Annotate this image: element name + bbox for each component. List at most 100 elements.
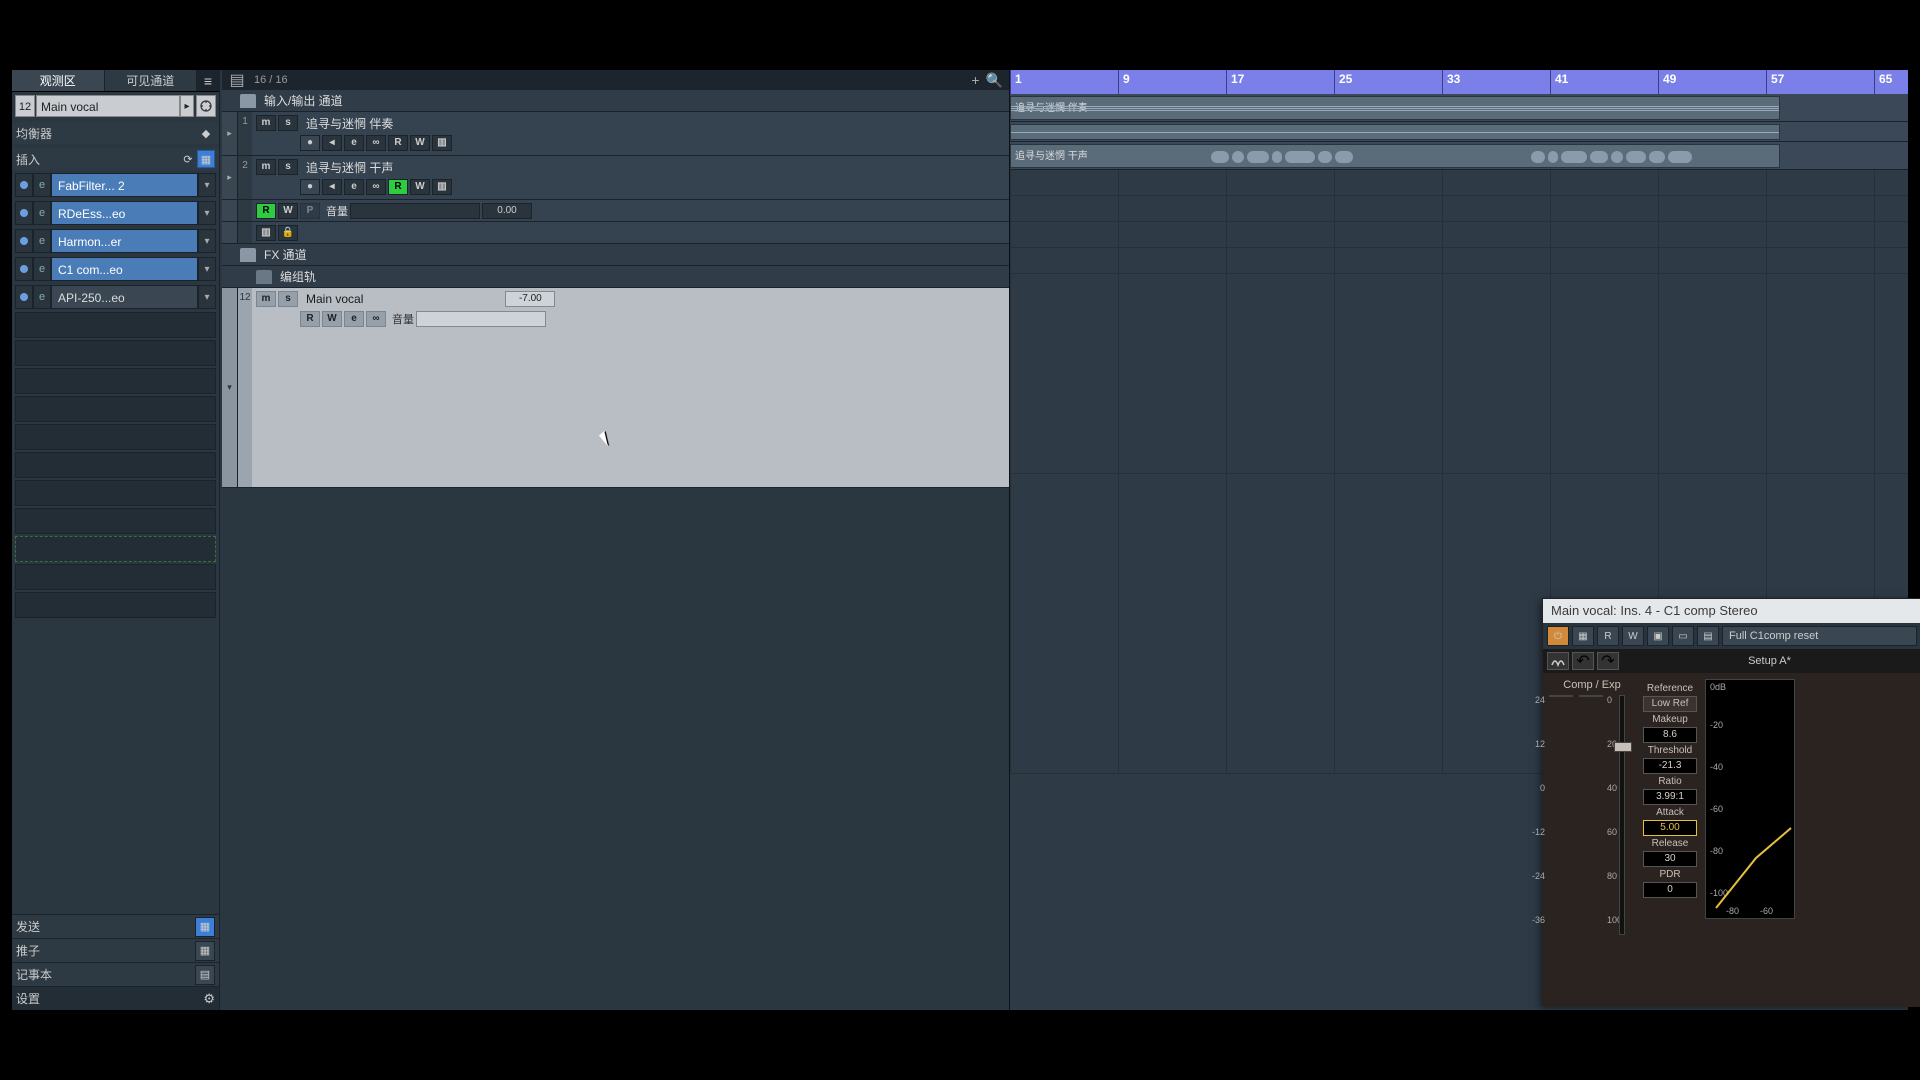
- folder-io[interactable]: 输入/输出 通道: [222, 90, 1009, 112]
- automation-param-name[interactable]: 音量: [392, 311, 414, 327]
- insert-empty-slot[interactable]: [15, 312, 216, 338]
- insert-name[interactable]: FabFilter... 2: [51, 173, 198, 197]
- tab-observe[interactable]: 观测区: [12, 70, 105, 91]
- insert-name[interactable]: C1 com...eo: [51, 257, 198, 281]
- param-value[interactable]: -21.3: [1643, 758, 1697, 774]
- param-value[interactable]: 30: [1643, 851, 1697, 867]
- track-expand-handle[interactable]: ▸: [222, 156, 238, 199]
- insert-name[interactable]: Harmon...er: [51, 229, 198, 253]
- ruler-mark[interactable]: 41: [1550, 70, 1658, 94]
- plugin-ab-button[interactable]: ▤: [1697, 626, 1719, 646]
- settings-row[interactable]: 设置 ⚙: [12, 986, 219, 1010]
- insert-slot[interactable]: eC1 com...eo▾: [15, 256, 216, 282]
- param-value[interactable]: 8.6: [1643, 727, 1697, 743]
- solo-button[interactable]: s: [278, 291, 298, 307]
- edit-button[interactable]: e: [344, 135, 364, 151]
- insert-power-button[interactable]: [15, 285, 33, 309]
- clip-lane[interactable]: 追寻与迷惘 干声: [1010, 142, 1908, 170]
- record-button[interactable]: ●: [300, 179, 320, 195]
- plugin-preset-field[interactable]: Full C1comp reset: [1722, 626, 1917, 646]
- ruler-mark[interactable]: 25: [1334, 70, 1442, 94]
- insert-empty-slot[interactable]: [15, 564, 216, 590]
- ruler-mark[interactable]: 33: [1442, 70, 1550, 94]
- record-button[interactable]: ●: [300, 135, 320, 151]
- insert-empty-slot[interactable]: [15, 592, 216, 618]
- redo-button[interactable]: ↷: [1597, 652, 1619, 670]
- insert-power-button[interactable]: [15, 173, 33, 197]
- param-button[interactable]: P: [300, 203, 320, 219]
- insert-name[interactable]: RDeEss...eo: [51, 201, 198, 225]
- arrange-lane[interactable]: [1010, 222, 1908, 248]
- plugin-write-button[interactable]: W: [1622, 626, 1644, 646]
- clip-lane-sub[interactable]: [1010, 122, 1908, 142]
- read-button[interactable]: R: [388, 179, 408, 195]
- track-row[interactable]: ▸ 2 m s 追寻与迷惘 干声 ● ◂ e ∞ R W ▥: [222, 156, 1009, 200]
- arrange-lane[interactable]: [1010, 170, 1908, 196]
- insert-empty-slot[interactable]: [15, 480, 216, 506]
- plugin-window[interactable]: Main vocal: Ins. 4 - C1 comp Stereo ⏻ ▦ …: [1542, 598, 1920, 1006]
- search-icon[interactable]: 🔍: [986, 72, 1003, 89]
- insert-empty-slot[interactable]: [15, 396, 216, 422]
- insert-slot[interactable]: eAPI-250...eo▾: [15, 284, 216, 310]
- param-value[interactable]: Low Ref: [1643, 696, 1697, 712]
- insert-edit-button[interactable]: e: [33, 257, 51, 281]
- automation-row-extra[interactable]: ▥ 🔒: [222, 222, 1009, 244]
- sends-expand-button[interactable]: ▦: [195, 917, 215, 937]
- plugin-power-button[interactable]: ⏻: [1547, 626, 1569, 646]
- track-name[interactable]: 追寻与迷惘 干声: [306, 159, 393, 176]
- insert-slot[interactable]: eFabFilter... 2▾: [15, 172, 216, 198]
- ruler-mark[interactable]: 65: [1874, 70, 1920, 94]
- ruler-mark[interactable]: 17: [1226, 70, 1334, 94]
- automation-row[interactable]: R W P 音量 0.00: [222, 200, 1009, 222]
- insert-empty-slot[interactable]: [15, 368, 216, 394]
- add-track-icon[interactable]: +: [971, 72, 979, 89]
- ruler-mark[interactable]: 9: [1118, 70, 1226, 94]
- param-value[interactable]: 5.00: [1643, 820, 1697, 836]
- plugin-bypass-button[interactable]: ▦: [1572, 626, 1594, 646]
- track-expand-handle[interactable]: [222, 200, 238, 221]
- lanes-button[interactable]: ▥: [432, 135, 452, 151]
- edit-button[interactable]: e: [344, 311, 364, 327]
- track-expand-handle[interactable]: ▾: [222, 288, 238, 487]
- param-value[interactable]: 0: [1643, 882, 1697, 898]
- plugin-titlebar[interactable]: Main vocal: Ins. 4 - C1 comp Stereo: [1543, 599, 1920, 623]
- read-button[interactable]: R: [256, 203, 276, 219]
- link-button[interactable]: ∞: [366, 135, 386, 151]
- inserts-section-header[interactable]: 插入 ⟳ ▦: [12, 148, 219, 170]
- mute-button[interactable]: m: [256, 159, 276, 175]
- fader-section-header[interactable]: 推子 ▦: [12, 938, 219, 962]
- clip-lane[interactable]: 追寻与迷惘 伴奏: [1010, 94, 1908, 122]
- lanes-button[interactable]: ▥: [256, 225, 276, 241]
- threshold-slider[interactable]: [1619, 695, 1625, 935]
- notepad-expand-button[interactable]: ▤: [195, 965, 215, 985]
- edit-button[interactable]: e: [344, 179, 364, 195]
- track-name[interactable]: 追寻与迷惘 伴奏: [306, 115, 393, 132]
- arrange-lane-selected[interactable]: [1010, 274, 1908, 474]
- plugin-read-button[interactable]: R: [1597, 626, 1619, 646]
- channel-name-field[interactable]: Main vocal: [36, 95, 180, 117]
- arrange-lane[interactable]: [1010, 248, 1908, 274]
- insert-slot[interactable]: eRDeEss...eo▾: [15, 200, 216, 226]
- solo-button[interactable]: s: [278, 115, 298, 131]
- insert-menu-icon[interactable]: ▾: [198, 257, 216, 281]
- write-button[interactable]: W: [322, 311, 342, 327]
- insert-power-button[interactable]: [15, 257, 33, 281]
- eq-section-header[interactable]: 均衡器 ◆: [12, 122, 219, 144]
- monitor-button[interactable]: ◂: [322, 135, 342, 151]
- channel-dropdown-icon[interactable]: ▸: [180, 95, 194, 117]
- undo-button[interactable]: ↶: [1572, 652, 1594, 670]
- inserts-bypass-icon[interactable]: ⟳: [179, 150, 197, 168]
- insert-power-button[interactable]: [15, 201, 33, 225]
- track-name[interactable]: Main vocal: [306, 292, 363, 306]
- channel-edit-button[interactable]: [196, 95, 216, 117]
- tab-visible-channels[interactable]: 可见通道: [105, 70, 198, 91]
- read-button[interactable]: R: [388, 135, 408, 151]
- automation-value-field[interactable]: [350, 203, 480, 219]
- insert-menu-icon[interactable]: ▾: [198, 173, 216, 197]
- insert-edit-button[interactable]: e: [33, 229, 51, 253]
- folder-fx[interactable]: FX 通道: [222, 244, 1009, 266]
- insert-slot[interactable]: eHarmon...er▾: [15, 228, 216, 254]
- plugin-compare-button[interactable]: ▣: [1647, 626, 1669, 646]
- ruler-mark[interactable]: 57: [1766, 70, 1874, 94]
- write-button[interactable]: W: [410, 135, 430, 151]
